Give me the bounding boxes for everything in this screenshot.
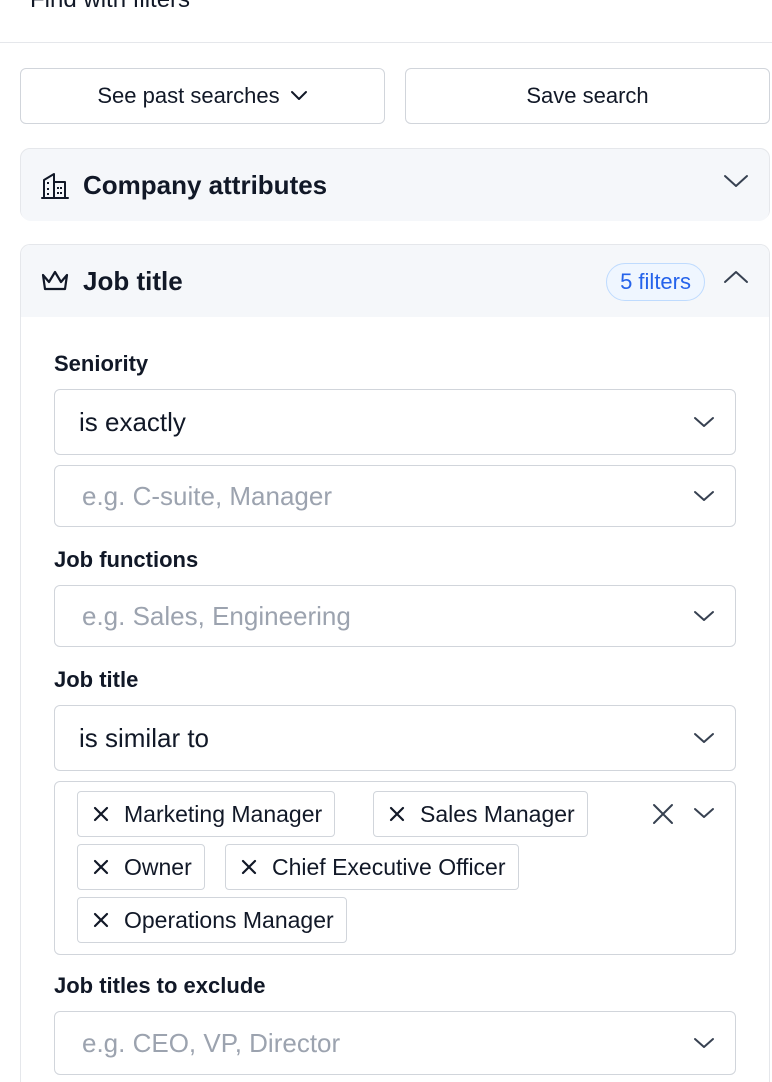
divider — [0, 42, 772, 43]
tag-chip: Chief Executive Officer — [225, 844, 519, 890]
save-search-label: Save search — [526, 83, 649, 108]
chevron-down-icon — [290, 90, 308, 102]
job-title-operator-value: is similar to — [79, 722, 210, 753]
past-searches-button[interactable]: See past searches — [20, 68, 385, 124]
close-icon[interactable] — [388, 805, 406, 823]
tag-label: Marketing Manager — [124, 800, 323, 827]
seniority-select[interactable]: e.g. C-suite, Manager — [54, 465, 736, 527]
company-attributes-section: Company attributes — [20, 148, 770, 221]
panel-title: Find with filters — [30, 0, 190, 14]
past-searches-label: See past searches — [97, 83, 280, 108]
tag-label: Sales Manager — [420, 800, 575, 827]
tag-chip: Operations Manager — [77, 897, 347, 943]
chevron-up-icon[interactable] — [723, 269, 749, 285]
job-functions-placeholder: e.g. Sales, Engineering — [82, 600, 351, 631]
tag-chip: Owner — [77, 844, 205, 890]
clear-all-icon[interactable] — [651, 802, 675, 826]
seniority-label: Seniority — [54, 351, 149, 376]
close-icon[interactable] — [92, 805, 110, 823]
chevron-down-icon — [693, 415, 715, 429]
chevron-down-icon — [693, 609, 715, 623]
job-title-label: Job title — [54, 667, 139, 692]
filter-panel: Find with filters See past searches Save… — [0, 0, 772, 1082]
job-title-section: Job title 5 filters Seniority is exactly… — [20, 244, 770, 1082]
company-attributes-title: Company attributes — [83, 169, 328, 200]
building-icon — [39, 169, 71, 201]
exclude-titles-label: Job titles to exclude — [54, 973, 266, 998]
filter-count-badge: 5 filters — [606, 263, 705, 301]
close-icon[interactable] — [92, 858, 110, 876]
seniority-placeholder: e.g. C-suite, Manager — [82, 480, 333, 511]
company-attributes-header[interactable]: Company attributes — [21, 149, 769, 221]
exclude-titles-placeholder: e.g. CEO, VP, Director — [82, 1027, 341, 1058]
chevron-down-icon[interactable] — [693, 806, 715, 820]
job-title-operator-select[interactable]: is similar to — [54, 705, 736, 771]
chevron-down-icon — [693, 1036, 715, 1050]
tag-label: Owner — [124, 853, 192, 880]
chevron-down-icon — [693, 731, 715, 745]
seniority-operator-select[interactable]: is exactly — [54, 389, 736, 455]
tag-label: Operations Manager — [124, 906, 334, 933]
save-search-button[interactable]: Save search — [405, 68, 770, 124]
exclude-titles-select[interactable]: e.g. CEO, VP, Director — [54, 1011, 736, 1075]
tag-chip: Marketing Manager — [77, 791, 336, 837]
job-title-tag-input[interactable]: Marketing Manager Sales Manager Owner Ch… — [54, 781, 736, 955]
crown-icon — [39, 265, 71, 297]
job-functions-select[interactable]: e.g. Sales, Engineering — [54, 585, 736, 647]
chevron-down-icon — [693, 489, 715, 503]
seniority-operator-value: is exactly — [79, 406, 186, 437]
job-title-header[interactable]: Job title 5 filters — [21, 245, 769, 317]
close-icon[interactable] — [92, 911, 110, 929]
tag-label: Chief Executive Officer — [272, 853, 506, 880]
job-title-section-title: Job title — [83, 265, 183, 296]
tag-chip: Sales Manager — [373, 791, 588, 837]
chevron-down-icon[interactable] — [723, 173, 749, 189]
close-icon[interactable] — [240, 858, 258, 876]
job-functions-label: Job functions — [54, 547, 199, 572]
